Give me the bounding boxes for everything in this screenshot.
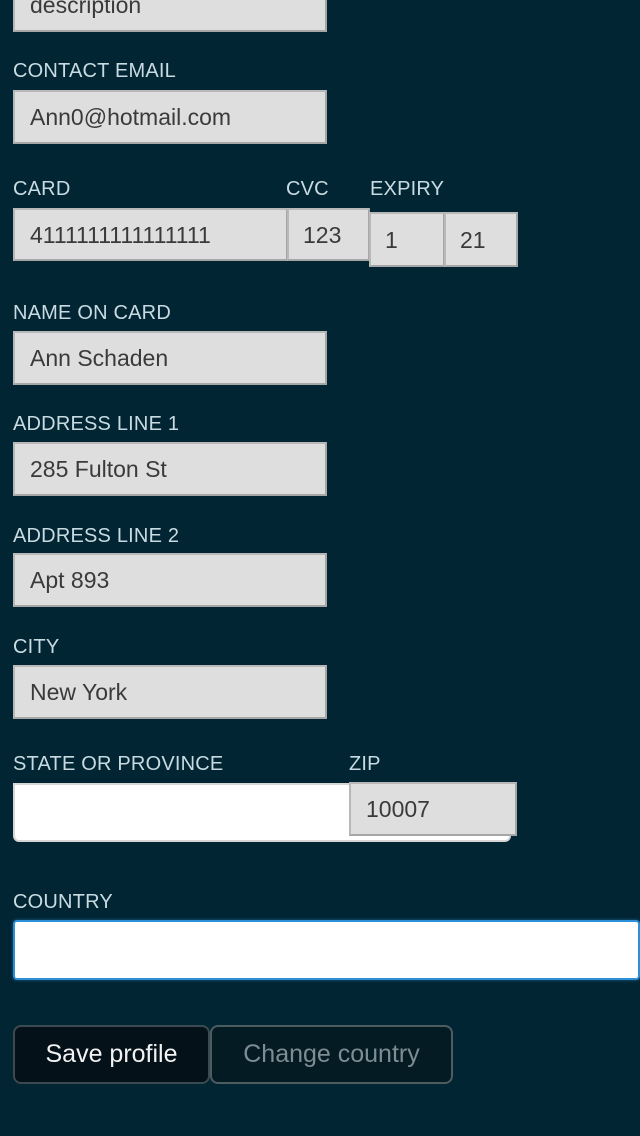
name-on-card-label: NAME ON CARD [13, 302, 171, 324]
address-line-1-input[interactable]: 285 Fulton St [13, 442, 327, 496]
zip-label: ZIP [349, 753, 381, 775]
cvc-label: CVC [286, 178, 329, 200]
contact-email-input[interactable]: Ann0@hotmail.com [13, 90, 327, 144]
description-input[interactable]: description [13, 0, 327, 32]
state-label: STATE OR PROVINCE [13, 753, 224, 775]
country-label: COUNTRY [13, 891, 113, 913]
expiry-year-input[interactable]: 21 [444, 212, 518, 267]
card-number-input[interactable]: 4111111111111111 [13, 208, 288, 261]
address-line-1-label: ADDRESS LINE 1 [13, 413, 180, 435]
address-line-2-input[interactable]: Apt 893 [13, 553, 327, 607]
city-input[interactable]: New York [13, 665, 327, 719]
contact-email-label: CONTACT EMAIL [13, 60, 176, 82]
change-country-button[interactable]: Change country [210, 1025, 453, 1084]
save-profile-button[interactable]: Save profile [13, 1025, 210, 1084]
zip-input[interactable]: 10007 [349, 782, 517, 836]
expiry-month-input[interactable]: 1 [369, 212, 445, 267]
expiry-label: EXPIRY [370, 178, 445, 200]
country-input[interactable] [13, 920, 640, 980]
address-line-2-label: ADDRESS LINE 2 [13, 525, 180, 547]
name-on-card-input[interactable]: Ann Schaden [13, 331, 327, 385]
cvc-input[interactable]: 123 [287, 208, 370, 261]
card-label: CARD [13, 178, 71, 200]
city-label: CITY [13, 636, 60, 658]
